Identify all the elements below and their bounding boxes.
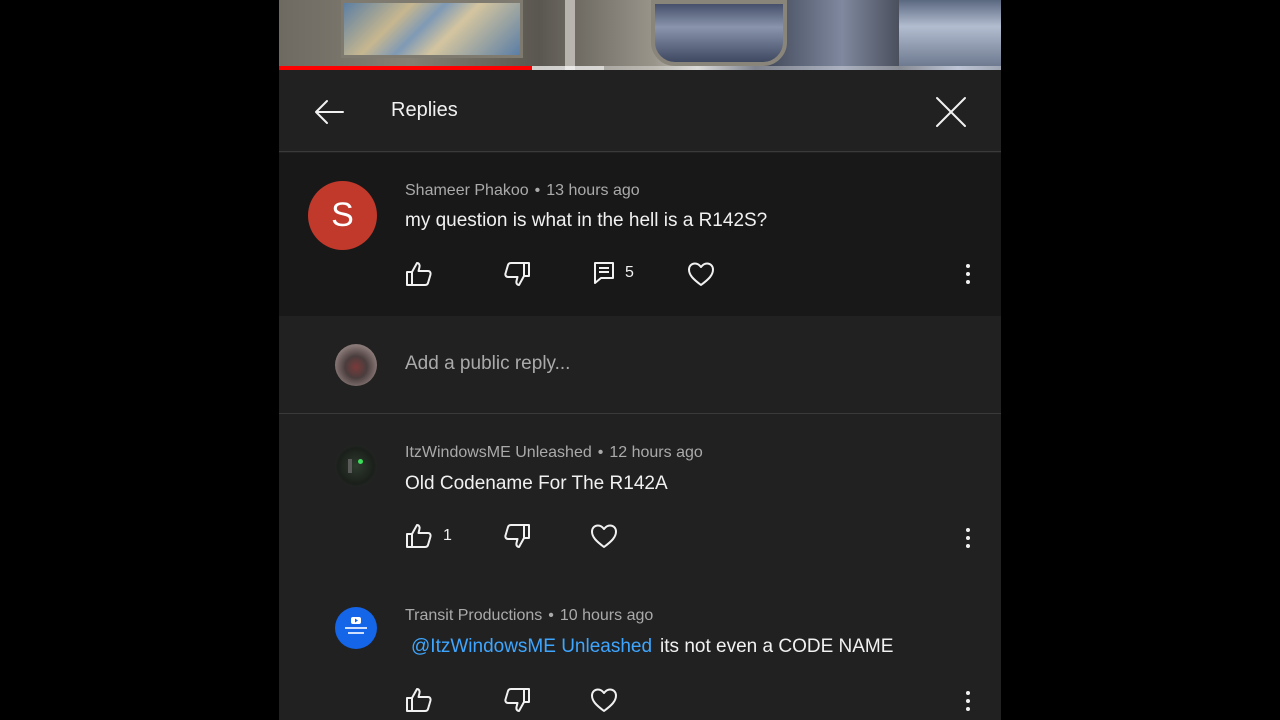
- more-dot: [966, 699, 970, 703]
- meta-separator: •: [548, 607, 554, 624]
- meta-separator: •: [597, 444, 604, 461]
- comment-body: Old Codename For The R142A: [405, 473, 668, 494]
- more-options-button[interactable]: [958, 523, 978, 553]
- avatar[interactable]: [335, 445, 377, 487]
- like-count: 1: [443, 527, 452, 544]
- comment-time[interactable]: 13 hours ago: [546, 182, 639, 199]
- meta-separator: •: [534, 182, 541, 199]
- more-options-button[interactable]: [958, 259, 978, 289]
- comment-meta: Transit Productions • 10 hours ago: [405, 607, 653, 625]
- more-options-button[interactable]: [958, 686, 978, 716]
- avatar-detail: [348, 459, 352, 473]
- heart-icon: [688, 262, 714, 286]
- video-player[interactable]: [279, 0, 1001, 70]
- heart-icon: [591, 524, 617, 548]
- thumbs-up-icon: [406, 688, 432, 712]
- video-frame-window: [899, 0, 1001, 66]
- comment-author[interactable]: Shameer Phakoo: [405, 182, 529, 199]
- thumbs-down-icon: [504, 688, 530, 712]
- thumbs-up-icon: [406, 524, 432, 548]
- reply-box: [279, 316, 1001, 414]
- replies-panel: Replies S Shameer Phakoo • 13 hours ago my…: [279, 0, 1001, 720]
- video-frame-map: [341, 0, 523, 58]
- page-title: Replies: [391, 99, 458, 121]
- like-button[interactable]: [405, 687, 443, 713]
- comment-text: my question is what in the hell is a R14…: [405, 210, 768, 231]
- comment-text: Old Codename For The R142A: [405, 473, 668, 495]
- video-frame-pole: [565, 0, 575, 70]
- dislike-button[interactable]: [503, 523, 531, 549]
- thumbs-down-icon: [504, 262, 530, 286]
- comment-author[interactable]: Transit Productions: [405, 607, 542, 624]
- dislike-button[interactable]: [503, 261, 531, 287]
- comment-text: @ItzWindowsME Unleashed its not even a CO…: [405, 636, 893, 658]
- parent-comment: S Shameer Phakoo • 13 hours ago my questio…: [279, 153, 1001, 316]
- replies-list: ItzWindowsME Unleashed • 12 hours ago Old …: [279, 415, 1001, 720]
- more-dot: [966, 280, 970, 284]
- comment-meta: ItzWindowsME Unleashed • 12 hours ago: [405, 444, 703, 462]
- comment-author[interactable]: ItzWindowsME Unleashed: [405, 444, 592, 461]
- like-button[interactable]: 1: [405, 523, 452, 549]
- close-icon: [936, 97, 966, 127]
- dislike-button[interactable]: [503, 687, 531, 713]
- back-button[interactable]: [309, 92, 349, 132]
- heart-icon: [591, 688, 617, 712]
- replies-header: Replies: [279, 70, 1001, 152]
- avatar-letter: S: [331, 196, 354, 234]
- thumbs-down-icon: [504, 524, 530, 548]
- heart-button[interactable]: [687, 261, 715, 287]
- close-button[interactable]: [931, 92, 971, 132]
- back-arrow-icon: [315, 100, 344, 124]
- play-logo-icon: [345, 617, 367, 634]
- comment-time[interactable]: 12 hours ago: [609, 444, 702, 461]
- avatar[interactable]: [335, 344, 377, 386]
- video-frame-window: [651, 0, 787, 66]
- thumbs-up-icon: [406, 262, 432, 286]
- more-dot: [966, 264, 970, 268]
- more-dot: [966, 707, 970, 711]
- avatar[interactable]: S: [308, 181, 377, 250]
- heart-button[interactable]: [590, 523, 618, 549]
- more-dot: [966, 691, 970, 695]
- reply-count: 5: [625, 264, 634, 281]
- avatar-light: [358, 459, 363, 464]
- more-dot: [966, 536, 970, 540]
- replies-count-button[interactable]: 5: [593, 261, 634, 285]
- more-dot: [966, 272, 970, 276]
- more-dot: [966, 528, 970, 532]
- comment-icon: [594, 262, 614, 284]
- comment-time[interactable]: 10 hours ago: [560, 607, 653, 624]
- heart-button[interactable]: [590, 687, 618, 713]
- mention-link[interactable]: @ItzWindowsME Unleashed: [405, 636, 652, 657]
- more-dot: [966, 544, 970, 548]
- reply-input[interactable]: [405, 353, 925, 375]
- like-button[interactable]: [405, 261, 433, 287]
- comment-meta: Shameer Phakoo • 13 hours ago: [405, 182, 640, 200]
- comment-body: its not even a CODE NAME: [660, 636, 894, 657]
- avatar[interactable]: [335, 607, 377, 649]
